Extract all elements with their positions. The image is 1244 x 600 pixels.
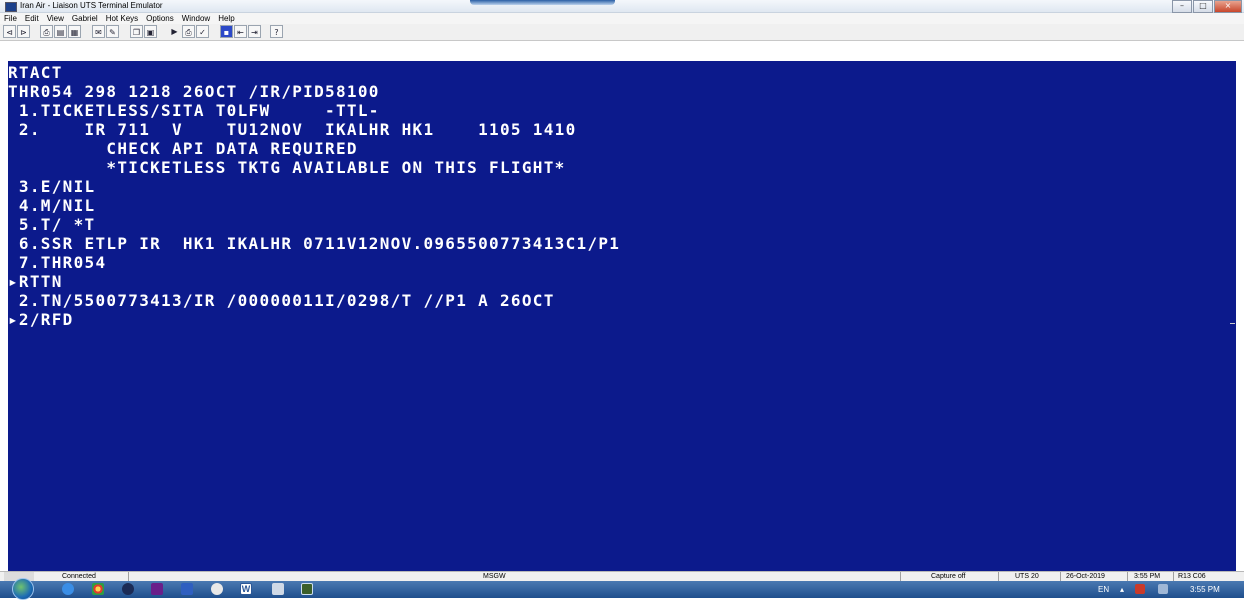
print-screen-icon[interactable]: ▤ (54, 25, 67, 38)
menu-window[interactable]: Window (178, 13, 214, 24)
window-icon[interactable]: ▪ (220, 25, 233, 38)
status-divider (1127, 572, 1128, 581)
print-icon[interactable]: ⎙ (40, 25, 53, 38)
flag-icon[interactable] (1135, 584, 1145, 594)
minimize-button[interactable]: – (1172, 0, 1192, 13)
show-hidden-icons[interactable]: ▴ (1120, 581, 1124, 598)
play-icon[interactable]: ▶ (168, 25, 181, 38)
terminal-line: 1.TICKETLESS/SITA T0LFW -TTL- (8, 101, 380, 120)
status-divider (128, 572, 129, 581)
chrome-icon[interactable] (92, 583, 104, 595)
menu-edit[interactable]: Edit (21, 13, 43, 24)
status-divider (998, 572, 999, 581)
session-id: UTS 20 (1015, 573, 1039, 580)
status-bar: Connected MSGW Capture off UTS 20 26-Oct… (0, 571, 1244, 581)
terminal-line: 2. IR 711 V TU12NOV IKALHR HK1 1105 1410 (8, 120, 577, 139)
disconnect-icon[interactable]: ⊳ (17, 25, 30, 38)
close-button[interactable]: × (1214, 0, 1242, 13)
terminal-line: 7.THR054 (8, 253, 107, 272)
maximize-button[interactable]: □ (1193, 0, 1213, 13)
window-title: Iran Air - Liaison UTS Terminal Emulator (20, 1, 163, 10)
terminal-line: 2.TN/5500773413/IR /00000011I/0298/T //P… (8, 291, 555, 310)
split-left-icon[interactable]: ⇤ (234, 25, 247, 38)
network-icon[interactable] (1158, 584, 1168, 594)
print-setup-icon[interactable]: ▦ (68, 25, 81, 38)
status-divider (900, 572, 901, 581)
notepad-icon[interactable] (272, 583, 284, 595)
menu-bar: File Edit View Gabriel Hot Keys Options … (0, 13, 1244, 24)
status-divider (1173, 572, 1174, 581)
capture-icon[interactable]: ✉ (92, 25, 105, 38)
status-date: 26-Oct-2019 (1066, 573, 1105, 580)
app-icon[interactable] (122, 583, 134, 595)
split-right-icon[interactable]: ⇥ (248, 25, 261, 38)
start-button[interactable] (12, 578, 34, 600)
terminal-line: CHECK API DATA REQUIRED (8, 139, 358, 158)
host-name: MSGW (483, 573, 506, 580)
language-indicator[interactable]: EN (1098, 581, 1109, 598)
copy-icon[interactable]: ❐ (130, 25, 143, 38)
status-divider (1060, 572, 1061, 581)
cursor-position: R13 C06 (1178, 573, 1206, 580)
terminal-line: THR054 298 1218 26OCT /IR/PID58100 (8, 82, 380, 101)
menu-file[interactable]: File (0, 13, 21, 24)
paste-icon[interactable]: ▣ (144, 25, 157, 38)
terminal-line: 4.M/NIL (8, 196, 96, 215)
check-icon[interactable]: ✓ (196, 25, 209, 38)
terminal-line: *TICKETLESS TKTG AVAILABLE ON THIS FLIGH… (8, 158, 566, 177)
window-controls: – □ × (1171, 0, 1242, 13)
connect-icon[interactable]: ⊲ (3, 25, 16, 38)
terminal-app-icon[interactable] (301, 583, 313, 595)
terminal-command-line: ▸2/RFD (8, 310, 74, 329)
terminal-line: 6.SSR ETLP IR HK1 IKALHR 0711V12NOV.0965… (8, 234, 621, 253)
menu-view[interactable]: View (43, 13, 68, 24)
title-bar[interactable]: Iran Air - Liaison UTS Terminal Emulator… (0, 0, 1244, 13)
capture-status: Capture off (931, 573, 966, 580)
help-icon[interactable]: ? (270, 25, 283, 38)
internet-explorer-icon[interactable] (62, 583, 74, 595)
word-icon[interactable]: W (240, 583, 252, 595)
calculator-icon[interactable] (181, 583, 193, 595)
media-icon[interactable] (151, 583, 163, 595)
terminal-line: 3.E/NIL (8, 177, 96, 196)
terminal-command-line: ▸RTTN (8, 272, 63, 291)
taskbar: W EN ▴ 3:55 PM (0, 578, 1244, 600)
title-bar-highlight (470, 0, 615, 5)
tool-icon[interactable] (211, 583, 223, 595)
menu-gabriel[interactable]: Gabriel (68, 13, 102, 24)
connection-status: Connected (62, 573, 96, 580)
taskbar-clock[interactable]: 3:55 PM (1190, 581, 1220, 598)
menu-hot-keys[interactable]: Hot Keys (102, 13, 142, 24)
menu-options[interactable]: Options (142, 13, 178, 24)
terminal-line: RTACT (8, 63, 63, 82)
cursor-marker (1230, 323, 1235, 324)
terminal-screen[interactable]: RTACT THR054 298 1218 26OCT /IR/PID58100… (8, 61, 1236, 571)
terminal-line: 5.T/ *T (8, 215, 96, 234)
app-icon (5, 2, 17, 12)
menu-help[interactable]: Help (214, 13, 238, 24)
capture-file-icon[interactable]: ✎ (106, 25, 119, 38)
status-time: 3:55 PM (1134, 573, 1161, 580)
toolbar: ⊲ ⊳ ⎙ ▤ ▦ ✉ ✎ ❐ ▣ ▶ ⎙ ✓ ▪ ⇤ ⇥ ? (0, 24, 1244, 41)
printer-icon[interactable]: ⎙ (182, 25, 195, 38)
